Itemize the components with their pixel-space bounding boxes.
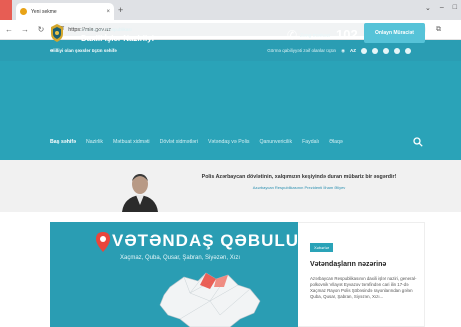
president-portrait (116, 165, 164, 212)
language-selector[interactable]: AZ (350, 48, 356, 53)
news-tag[interactable]: Xəbərlər (310, 243, 334, 252)
new-tab-button[interactable]: + (118, 4, 123, 16)
minimize-button[interactable]: – (440, 4, 444, 12)
nav-item-citizen-police[interactable]: Vətəndaş və Polis (208, 139, 250, 145)
phone-icon: ✆ (287, 28, 298, 42)
forward-icon[interactable]: → (21, 25, 29, 34)
main-nav: Baş səhifə Nazirlik Mətbuat xidməti Dövl… (0, 123, 461, 160)
accessibility-link[interactable]: Əlilliyi olan şəxslər üçün səhifə (50, 48, 267, 53)
extensions-icon[interactable]: ⧉ (436, 26, 441, 34)
nav-item-home[interactable]: Baş səhifə (50, 139, 76, 145)
youtube-icon[interactable] (394, 47, 400, 54)
brand-subtitle: Azərbaycan Respublikası (81, 27, 132, 32)
banner-cities: Xaçmaz, Quba, Qusar, Şabran, Siyəzən, Xı… (120, 255, 241, 261)
banner-title: VƏTƏNDAŞ QƏBULU (112, 231, 298, 250)
hotline-number[interactable]: 102 (336, 27, 358, 42)
eye-icon[interactable]: ◉ (341, 48, 345, 54)
browser-tabstrip: Yeni sekme × + ⌄ – □ (0, 0, 461, 20)
maximize-button[interactable]: □ (453, 4, 457, 12)
twitter-icon[interactable] (383, 47, 389, 54)
top-right-tools: Görmə qabiliyyəti zəif olanlar üçün ◉ AZ (267, 47, 411, 54)
reload-icon[interactable]: ↻ (37, 25, 45, 34)
ministry-emblem-icon[interactable] (50, 24, 64, 42)
nav-item-contact[interactable]: Əlaqə (329, 139, 343, 145)
location-pin-icon (96, 232, 110, 252)
site-header (0, 61, 461, 123)
brand-title[interactable]: Daxili İşlər Nazirliyi (81, 34, 154, 43)
nav-item-press[interactable]: Mətbuat xidməti (113, 139, 150, 145)
search-icon[interactable] (413, 137, 423, 147)
nav-item-useful[interactable]: Faydalı (302, 139, 319, 145)
instagram-icon[interactable] (372, 47, 378, 54)
news-body: Azərbaycan Respublikasının daxili işlər … (310, 276, 417, 299)
facebook-icon[interactable] (361, 47, 367, 54)
back-icon[interactable]: ← (5, 25, 13, 34)
news-title[interactable]: Vətəndaşların nəzərinə (310, 261, 386, 268)
browser-tab[interactable]: Yeni sekme × (16, 3, 114, 20)
nav-item-services[interactable]: Dövlət xidmətləri (160, 139, 198, 145)
hotline-label: Zəng mərkəzi (300, 33, 331, 39)
news-card[interactable]: Xəbərlər Vətəndaşların nəzərinə Azərbayc… (298, 222, 425, 327)
telegram-icon[interactable] (405, 47, 411, 54)
nav-item-legislation[interactable]: Qanunvericilik (259, 139, 292, 145)
nav-item-ministry[interactable]: Nazirlik (86, 139, 103, 145)
tab-title: Yeni sekme (31, 8, 57, 15)
azerbaijan-map (159, 272, 261, 327)
tab-search-icon[interactable]: ⌄ (425, 4, 431, 12)
tab-close-icon[interactable]: × (106, 9, 110, 15)
site-favicon-icon (20, 8, 27, 15)
online-appeal-button[interactable]: Onlayn Müraciət (364, 23, 425, 43)
window-controls: ⌄ – □ (425, 4, 457, 12)
site-top-bar: Əlilliyi olan şəxslər üçün səhifə Görmə … (0, 40, 461, 61)
browser-menu-icon[interactable] (0, 0, 12, 20)
citizen-reception-banner[interactable]: VƏTƏNDAŞ QƏBULU Xaçmaz, Quba, Qusar, Şab… (50, 222, 298, 327)
visually-impaired-link[interactable]: Görmə qabiliyyəti zəif olanlar üçün (267, 48, 336, 53)
quote-text: Polis Azərbaycan dövlətinin, xalqımızın … (201, 174, 397, 180)
quote-author[interactable]: Azərbaycan Respublikasının Prezidenti İl… (168, 185, 430, 190)
